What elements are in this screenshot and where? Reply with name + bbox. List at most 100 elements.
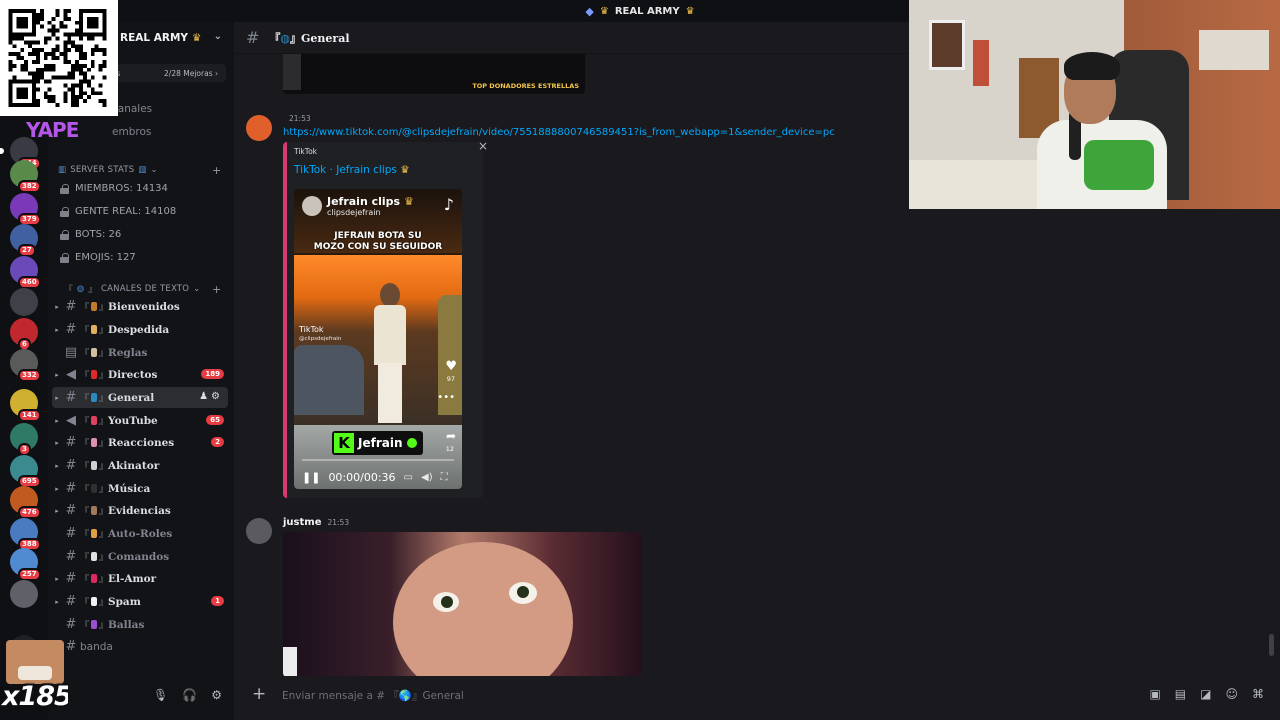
guild-name: REAL ARMY <box>120 32 188 44</box>
server-icon[interactable] <box>10 288 38 316</box>
server-icon[interactable]: 695 <box>10 455 41 488</box>
message-author[interactable]: justme <box>283 517 321 528</box>
crown-icon-right: ♛ <box>685 5 695 17</box>
channel-el-amor[interactable]: ▸ # 『』 El-Amor <box>52 568 228 589</box>
window-title: REAL ARMY <box>614 5 680 17</box>
mention-badge: 476 <box>18 506 41 519</box>
channel-comandos[interactable]: # 『』 Comandos <box>52 546 228 567</box>
unread-pip <box>0 148 4 154</box>
channel-evidencias[interactable]: ▸ # 『』 Evidencias <box>52 500 228 521</box>
channel-type-icon: # <box>65 526 77 541</box>
channel-type-icon: # <box>65 458 77 473</box>
message-header: justme 21:53 <box>283 517 349 528</box>
scrollbar-thumb[interactable] <box>1269 634 1274 656</box>
add-attachment-icon[interactable]: + <box>252 684 266 704</box>
channel-label: Bienvenidos <box>108 300 180 313</box>
server-icon[interactable]: 382 <box>10 160 41 193</box>
pause-icon[interactable]: ❚❚ <box>302 471 320 484</box>
headphones-icon[interactable]: 🎧 <box>182 688 197 702</box>
fullscreen-icon[interactable]: ⛶ <box>441 472 448 483</box>
sticker-icon[interactable]: ◪ <box>1200 687 1211 701</box>
channel-label: Reacciones <box>108 436 175 449</box>
message-timestamp: 21:53 <box>289 114 311 123</box>
server-icon[interactable]: 257 <box>10 548 41 581</box>
multiplier-text: x185 <box>2 681 68 712</box>
category-text-channels[interactable]: 『 ◍ 』 CANALES DE TEXTO ⌄ + <box>58 283 221 296</box>
mention-badge: 460 <box>18 276 41 289</box>
channel-directos[interactable]: ▸ ◀ 『』 Directos 189 <box>52 364 228 385</box>
microphone-icon[interactable]: 🎙 <box>153 688 168 702</box>
channel-akinator[interactable]: ▸ # 『』 Akinator <box>52 455 228 476</box>
server-icon[interactable]: 141 <box>10 389 41 422</box>
stat-members[interactable]: MIEMBROS: 14134 <box>60 183 168 194</box>
server-icon[interactable]: 379 <box>10 193 41 226</box>
add-channel-icon[interactable]: + <box>212 283 221 296</box>
channel-reacciones[interactable]: ▸ # 『』 Reacciones 2 <box>52 432 228 453</box>
server-icon[interactable]: 460 <box>10 256 41 289</box>
server-icon[interactable]: 388 <box>10 518 41 551</box>
apps-icon[interactable]: ⌘ <box>1252 687 1264 701</box>
meme-image <box>6 640 64 684</box>
share-icon[interactable]: ➦ <box>446 429 456 443</box>
media-thumbnail <box>283 54 301 90</box>
gift-icon[interactable]: ▣ <box>1149 687 1160 701</box>
captions-icon[interactable]: ▭ <box>404 472 413 483</box>
user-panel: 🎙 🎧 ⚙ <box>52 676 228 714</box>
channel-youtube[interactable]: ▸ ◀ 『』 YouTube 65 <box>52 410 228 431</box>
channel-settings-icons[interactable]: ♟⚙ <box>199 391 223 402</box>
gear-icon[interactable]: ⚙ <box>211 688 222 702</box>
server-icon[interactable]: 3 <box>10 423 38 456</box>
channel-banda[interactable]: # banda <box>52 636 228 657</box>
stat-emojis[interactable]: EMOJIS: 127 <box>60 252 136 263</box>
more-icon[interactable]: ••• <box>437 392 455 403</box>
video-channel: Jefrain clips ♛ clipsdejefrain <box>302 195 414 217</box>
heart-icon[interactable]: ♥ <box>445 359 457 374</box>
video-progress-bar[interactable] <box>302 459 454 461</box>
channel-label: Comandos <box>108 550 170 563</box>
bracket-icon: 『 <box>64 285 73 295</box>
message-link[interactable]: https://www.tiktok.com/@clipsdejefrain/v… <box>283 127 835 138</box>
channel-emoji-icon: 『』 <box>80 461 108 472</box>
channel-type-icon: # <box>65 299 77 314</box>
channel-general[interactable]: ▸ # 『』 General ♟⚙ <box>52 387 228 408</box>
category-server-stats[interactable]: ▥ SERVER STATS ▥ ⌄ + <box>58 164 221 177</box>
server-icon[interactable]: 27 <box>10 224 38 257</box>
channel-spam[interactable]: ▸ # 『』 Spam 1 <box>52 591 228 612</box>
channel-emoji-icon: 『』 <box>80 302 108 313</box>
previous-media-attachment[interactable]: TOP DONADORES ESTRELLAS <box>283 54 585 94</box>
channel-despedida[interactable]: ▸ # 『』 Despedida <box>52 319 228 340</box>
server-icon[interactable]: 6 <box>10 318 38 351</box>
volume-icon[interactable]: ◀) <box>421 472 433 483</box>
server-icon[interactable]: 476 <box>10 486 41 519</box>
browse-channels-link[interactable]: canales <box>112 103 152 115</box>
stat-real-people[interactable]: GENTE REAL: 14108 <box>60 206 176 217</box>
gif-icon[interactable]: ▤ <box>1175 687 1186 701</box>
message-input[interactable]: Enviar mensaje a # 『🌎』General <box>282 688 464 703</box>
channel-ballas[interactable]: # 『』 Ballas <box>52 614 228 635</box>
channel-label: Akinator <box>108 459 160 472</box>
add-channel-icon[interactable]: + <box>212 164 221 177</box>
members-link[interactable]: embros <box>112 126 151 138</box>
lock-icon <box>60 252 69 263</box>
stat-bots[interactable]: BOTS: 26 <box>60 229 121 240</box>
channel-m-sica[interactable]: ▸ # 『』 Música <box>52 478 228 499</box>
avatar[interactable] <box>246 518 272 544</box>
channel-auto-roles[interactable]: # 『』 Auto-Roles <box>52 523 228 544</box>
message-video-attachment[interactable] <box>283 532 642 677</box>
webcam-overlay <box>909 0 1280 209</box>
channel-bienvenidos[interactable]: ▸ # 『』 Bienvenidos <box>52 296 228 317</box>
close-icon[interactable]: × <box>478 139 488 153</box>
video-channel-handle: clipsdejefrain <box>327 208 381 217</box>
video-player[interactable]: Jefrain clips ♛ clipsdejefrain ♪ JEFRAIN… <box>294 189 462 489</box>
brand-name: Jefrain <box>358 436 403 450</box>
chevron-down-icon[interactable]: ⌄ <box>214 31 222 42</box>
channel-label: banda <box>80 640 113 653</box>
embed-title-link[interactable]: TikTok · Jefrain clips ♛ <box>294 164 410 176</box>
lock-icon <box>60 183 69 194</box>
emoji-icon[interactable]: ☺ <box>1225 687 1238 701</box>
channel-reglas[interactable]: ▤ 『』 Reglas <box>52 342 228 363</box>
avatar[interactable] <box>246 115 272 141</box>
channel-type-icon: # <box>65 571 77 586</box>
server-icon[interactable] <box>10 580 38 608</box>
server-icon[interactable]: 332 <box>10 349 41 382</box>
